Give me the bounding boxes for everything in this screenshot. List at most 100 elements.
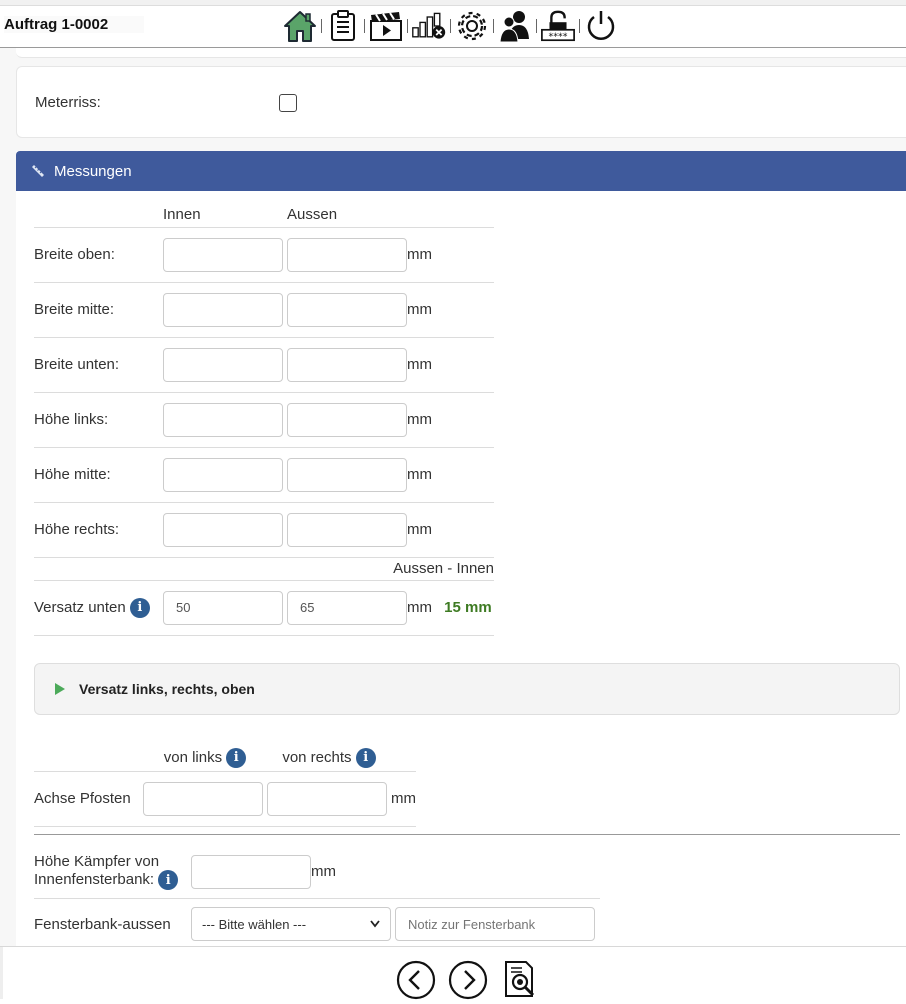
- transom-height-input[interactable]: [191, 854, 311, 889]
- toolbar-separator: [450, 19, 451, 33]
- unit-label: mm: [391, 790, 416, 807]
- hoehe-rechts-inner-input[interactable]: [163, 512, 283, 547]
- ruler-icon: [32, 165, 44, 177]
- users-icon[interactable]: [497, 8, 533, 44]
- top-bar: Auftrag 1-0002 ****: [0, 0, 906, 48]
- column-header-from-right: von rechts: [282, 748, 352, 766]
- breite-unten-inner-input[interactable]: [163, 347, 283, 382]
- chevron-down-icon: [370, 920, 380, 928]
- breite-unten-outer-input[interactable]: [287, 347, 407, 382]
- meterriss-label: Meterriss:: [35, 94, 101, 111]
- sill-select[interactable]: --- Bitte wählen ---: [191, 907, 391, 942]
- transom-label-line1: Höhe Kämpfer von: [34, 853, 160, 871]
- unit-label: mm: [311, 863, 336, 881]
- transom-table: Höhe Kämpfer von Innenfensterbank: i mm …: [34, 846, 600, 946]
- toolbar-separator: [407, 19, 408, 33]
- main-content: Meterriss: Messungen Innen Aussen Breite…: [0, 48, 906, 946]
- unit-label: mm: [407, 301, 432, 318]
- breite-mitte-outer-input[interactable]: [287, 292, 407, 327]
- section-divider: [34, 834, 900, 835]
- toolbar-separator: [321, 19, 322, 33]
- info-icon[interactable]: i: [158, 870, 179, 891]
- measurements-table: Innen Aussen Breite oben: mm Breite mitt…: [34, 203, 494, 636]
- toolbar-separator: [364, 19, 365, 33]
- toolbar: ****: [282, 8, 619, 44]
- difference-header: Aussen - Innen: [393, 560, 494, 577]
- top-strip: [0, 0, 906, 6]
- unit-label: mm: [407, 356, 432, 373]
- transom-label-line2: Innenfensterbank:: [34, 871, 155, 889]
- lock-password-icon[interactable]: ****: [540, 8, 576, 44]
- unit-label: mm: [407, 466, 432, 483]
- offset-bottom-outer-input[interactable]: [287, 590, 407, 625]
- hoehe-mitte-outer-input[interactable]: [287, 457, 407, 492]
- unit-label: mm: [407, 411, 432, 428]
- post-axis-table: von links i von rechts i Achse Pfosten m…: [34, 745, 416, 827]
- home-icon[interactable]: [282, 8, 318, 44]
- chevron-left-circle-icon[interactable]: [396, 960, 436, 1000]
- breite-mitte-inner-input[interactable]: [163, 292, 283, 327]
- measurements-header[interactable]: Messungen: [16, 151, 906, 191]
- breite-oben-inner-input[interactable]: [163, 237, 283, 272]
- gear-icon[interactable]: [454, 8, 490, 44]
- table-row: Höhe mitte: mm: [34, 447, 494, 502]
- info-icon[interactable]: i: [226, 747, 247, 768]
- column-header-inner: Innen: [163, 206, 201, 224]
- offset-sides-toggle[interactable]: Versatz links, rechts, oben: [34, 663, 900, 715]
- hoehe-rechts-outer-input[interactable]: [287, 512, 407, 547]
- clipboard-icon[interactable]: [325, 8, 361, 44]
- bottom-bar: [0, 946, 906, 1000]
- meterriss-card: Meterriss:: [16, 66, 906, 138]
- row-label: Breite mitte:: [34, 301, 115, 318]
- chevron-right-circle-icon[interactable]: [448, 960, 488, 1000]
- previous-card-edge: [16, 48, 906, 58]
- unit-label: mm: [407, 599, 432, 616]
- order-title: Auftrag 1-0002: [4, 16, 145, 33]
- sill-label: Fensterbank-aussen: [34, 915, 171, 933]
- offset-difference: 15 mm: [444, 599, 492, 616]
- hoehe-links-outer-input[interactable]: [287, 402, 407, 437]
- post-axis-right-input[interactable]: [267, 781, 387, 816]
- offset-bottom-label: Versatz unten: [34, 598, 126, 616]
- measurements-panel: Messungen Innen Aussen Breite oben: mm B…: [16, 151, 906, 946]
- sill-note-input[interactable]: [395, 907, 595, 942]
- offset-bottom-row: Versatz unten i mm 15 mm: [34, 580, 494, 635]
- row-label: Breite unten:: [34, 356, 120, 373]
- offset-sides-label: Versatz links, rechts, oben: [79, 681, 255, 697]
- row-label: Breite oben:: [34, 246, 115, 263]
- offset-bottom-inner-input[interactable]: [163, 590, 283, 625]
- clapperboard-icon[interactable]: [368, 8, 404, 44]
- svg-text:****: ****: [549, 31, 568, 42]
- measurements-title: Messungen: [54, 162, 132, 180]
- unit-label: mm: [407, 521, 432, 538]
- info-icon[interactable]: i: [355, 747, 376, 768]
- sill-row: Fensterbank-aussen --- Bitte wählen ---: [34, 898, 600, 946]
- hoehe-links-inner-input[interactable]: [163, 402, 283, 437]
- toolbar-separator: [579, 19, 580, 33]
- bottom-bar-edge: [0, 947, 3, 999]
- expand-triangle-icon: [55, 683, 65, 695]
- info-icon[interactable]: i: [129, 597, 150, 618]
- unit-label: mm: [407, 246, 432, 263]
- table-row: Höhe rechts: mm: [34, 502, 494, 557]
- table-row: Breite unten: mm: [34, 337, 494, 392]
- chart-delete-icon[interactable]: [411, 8, 447, 44]
- column-header-from-left: von links: [163, 748, 223, 766]
- hoehe-mitte-inner-input[interactable]: [163, 457, 283, 492]
- table-row: Höhe links: mm: [34, 392, 494, 447]
- breite-oben-outer-input[interactable]: [287, 237, 407, 272]
- transom-row: Höhe Kämpfer von Innenfensterbank: i mm: [34, 846, 600, 898]
- table-row: Breite oben: mm: [34, 227, 494, 282]
- row-label: Höhe rechts:: [34, 521, 120, 538]
- meterriss-checkbox[interactable]: [279, 94, 297, 112]
- toolbar-separator: [493, 19, 494, 33]
- document-search-icon[interactable]: [502, 960, 542, 1000]
- table-row: Breite mitte: mm: [34, 282, 494, 337]
- sill-select-value: --- Bitte wählen ---: [202, 916, 307, 932]
- row-label: Höhe links:: [34, 411, 109, 428]
- toolbar-separator: [536, 19, 537, 33]
- power-icon[interactable]: [583, 8, 619, 44]
- column-header-outer: Aussen: [287, 206, 338, 224]
- post-axis-row: Achse Pfosten mm: [34, 771, 416, 826]
- post-axis-left-input[interactable]: [143, 781, 263, 816]
